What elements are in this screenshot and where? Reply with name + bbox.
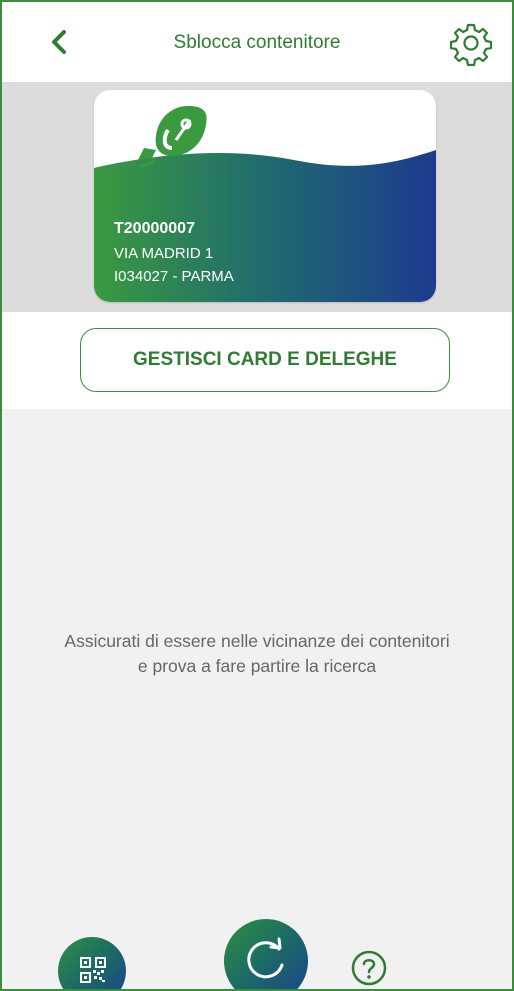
user-card[interactable]: T20000007 VIA MADRID 1 I034027 - PARMA (94, 90, 436, 302)
card-city: I034027 - PARMA (114, 268, 234, 285)
help-button[interactable] (350, 949, 388, 987)
card-address: VIA MADRID 1 (114, 245, 214, 262)
qr-code-icon (80, 957, 106, 983)
refresh-icon (247, 937, 284, 979)
search-refresh-button[interactable] (224, 919, 308, 989)
app-frame: Sblocca contenitore T20000007 VIA MADRID… (0, 0, 514, 991)
gear-icon (449, 23, 493, 67)
main-content: Assicurati di essere nelle vicinanze dei… (2, 409, 512, 989)
page-title: Sblocca contenitore (173, 32, 341, 53)
header: Sblocca contenitore (2, 2, 512, 82)
search-instructions: Assicurati di essere nelle vicinanze dei… (2, 629, 512, 679)
manage-section: GESTISCI CARD E DELEGHE (2, 312, 512, 409)
help-icon (351, 950, 387, 986)
manage-cards-button[interactable]: GESTISCI CARD E DELEGHE (80, 328, 450, 392)
settings-button[interactable] (448, 20, 494, 67)
qr-scan-button[interactable] (58, 937, 126, 989)
card-id: T20000007 (114, 220, 195, 237)
message-line-1: Assicurati di essere nelle vicinanze dei… (64, 631, 450, 651)
leaf-logo (138, 106, 207, 168)
card-section: T20000007 VIA MADRID 1 I034027 - PARMA (2, 82, 512, 312)
message-line-2: e prova a fare partire la ricerca (137, 656, 377, 676)
